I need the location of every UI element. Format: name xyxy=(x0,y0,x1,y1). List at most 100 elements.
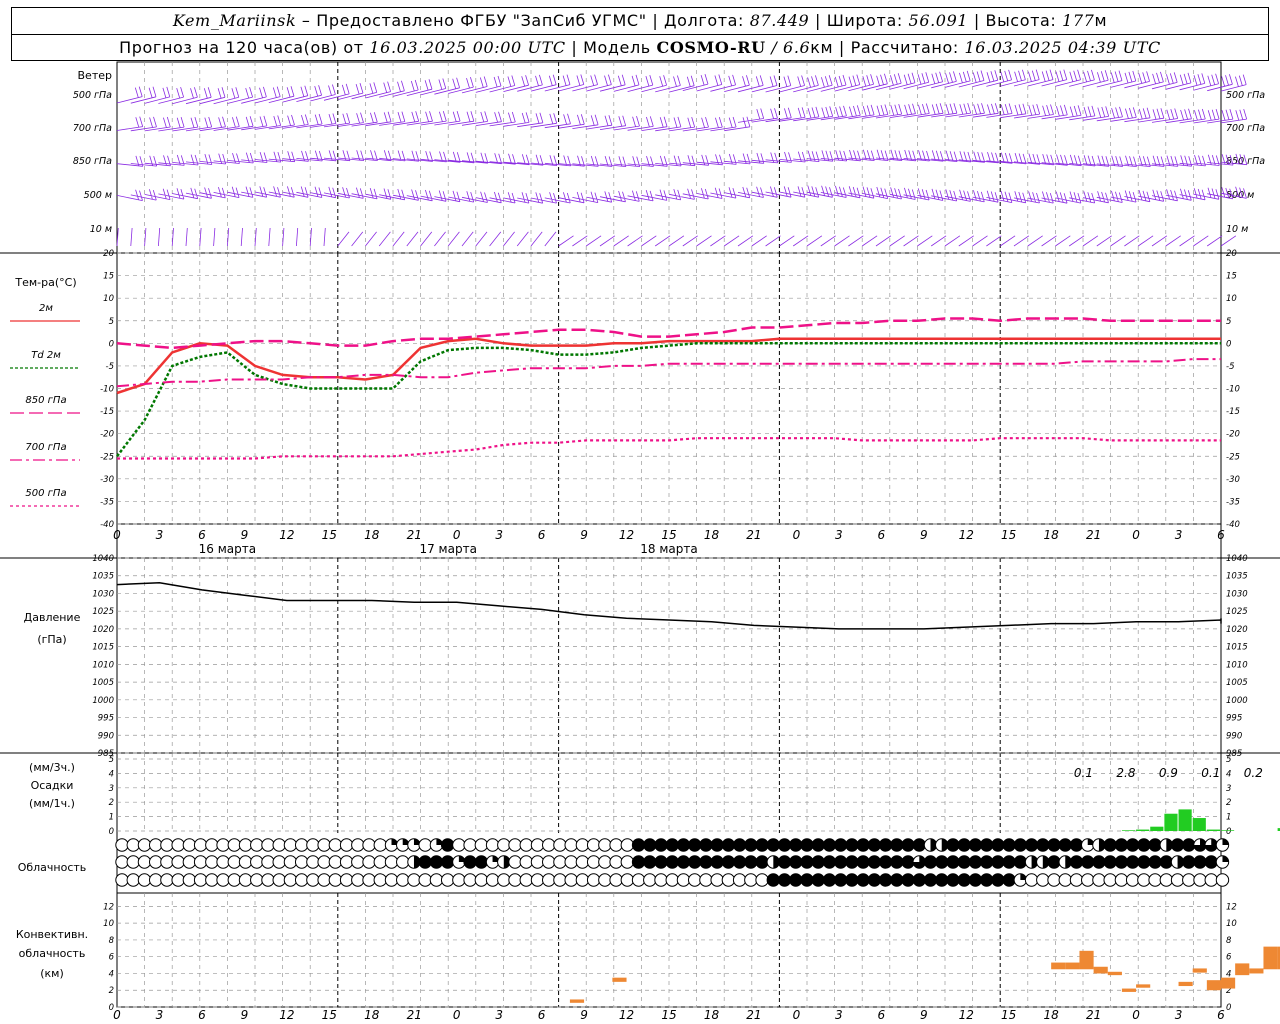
cloud-cover-symbol xyxy=(328,838,343,852)
cloud-cover-symbol xyxy=(867,873,882,887)
cloud-cover-symbol xyxy=(901,873,915,887)
cloud-circle xyxy=(171,873,185,887)
temp-legend-label: 850 гПа xyxy=(25,395,66,406)
cloud-cover-symbol xyxy=(339,838,354,852)
temp-tick-right: 10 xyxy=(1226,294,1237,304)
pres-tick-right: 990 xyxy=(1226,731,1242,741)
precip-3h-label: 0.1 xyxy=(1201,766,1220,780)
wind-barb-row xyxy=(116,185,1247,204)
cloud-cover-symbol xyxy=(463,873,477,887)
cloud-cover-symbol xyxy=(1182,855,1196,869)
cloud-cover-symbol xyxy=(1036,873,1050,887)
bottom-hour-tick-label: 15 xyxy=(661,1008,676,1022)
cloud-cover-symbol xyxy=(968,855,983,869)
cloud-cover-symbol xyxy=(1159,873,1174,887)
cloud-circle xyxy=(205,873,219,887)
cloud-cover-symbol xyxy=(429,838,444,852)
cloud-circle xyxy=(991,838,1005,852)
cloud-cover-symbol xyxy=(362,873,376,887)
cloud-cover-symbol xyxy=(306,855,320,869)
cloud-cover-symbol xyxy=(407,855,421,869)
precip-tick-right: 4 xyxy=(1226,769,1231,779)
cloud-circle xyxy=(1137,873,1151,887)
cloud-cover-symbol xyxy=(485,838,500,852)
temp-tick-left: -10 xyxy=(100,385,114,395)
cloud-circle xyxy=(1170,838,1185,852)
pres-tick-right: 1000 xyxy=(1226,696,1248,706)
cloud-circle xyxy=(586,838,601,852)
cloud-circle xyxy=(631,855,646,869)
cloud-cover-symbol xyxy=(396,873,410,887)
hour-tick-label: 15 xyxy=(322,528,337,542)
cloud-circle xyxy=(519,838,533,852)
cloud-cover-symbol xyxy=(137,873,152,887)
cloud-circle xyxy=(878,855,893,869)
cloud-circle xyxy=(485,838,500,852)
cloud-cover-symbol xyxy=(362,838,376,852)
cloud-cover-symbol xyxy=(1036,855,1050,869)
cloud-cover-symbol xyxy=(811,855,825,869)
cloud-circle xyxy=(946,855,960,869)
cloud-circle xyxy=(979,838,994,852)
temp-tick-left: 0 xyxy=(109,339,114,349)
cloud-cover-symbol xyxy=(665,838,679,852)
cloud-cover-symbol xyxy=(126,855,140,869)
cloud-circle xyxy=(171,855,185,869)
cloud-cover-symbol xyxy=(676,855,691,869)
temp-tick-left: 5 xyxy=(109,317,114,327)
cloud-circle xyxy=(575,873,590,887)
cloud-circle xyxy=(766,873,780,887)
cloud-circle xyxy=(878,838,893,852)
cloud-circle xyxy=(328,873,343,887)
cloud-cover-symbol xyxy=(833,855,848,869)
cloud-cover-symbol xyxy=(923,873,938,887)
cloud-cover-symbol xyxy=(564,855,578,869)
hour-tick-label: 3 xyxy=(156,528,164,542)
cloud-cover-symbol xyxy=(328,873,343,887)
cloud-cover-symbol xyxy=(856,873,870,887)
cloud-cover-symbol xyxy=(609,873,623,887)
cloud-circle xyxy=(867,873,882,887)
cloud-circle xyxy=(463,855,477,869)
cloud-cover-symbol xyxy=(362,855,376,869)
cloud-circle xyxy=(811,855,825,869)
cloud-cover-symbol xyxy=(238,838,253,852)
cloud-circle xyxy=(373,855,387,869)
precip-tick-right: 2 xyxy=(1226,798,1231,808)
cloud-cover-symbol xyxy=(250,838,264,852)
bottom-hour-tick-label: 3 xyxy=(156,1008,164,1022)
cloud-cover-symbol xyxy=(1103,873,1117,887)
cloud-circle xyxy=(586,855,601,869)
conv-bar xyxy=(1192,968,1207,973)
cloud-circle xyxy=(732,873,747,887)
pressure-line xyxy=(116,582,1222,630)
cloud-circle xyxy=(1204,855,1218,869)
cloud-circle xyxy=(115,855,129,869)
conv-tick-left: 6 xyxy=(109,953,115,963)
cloud-circle xyxy=(811,838,825,852)
bottom-hour-tick-label: 6 xyxy=(538,1008,546,1022)
cloud-cover-symbol xyxy=(867,855,882,869)
cloud-cover-symbol xyxy=(115,873,129,887)
cloud-circle xyxy=(205,855,219,869)
precip-bar xyxy=(1178,809,1192,831)
cloud-circle xyxy=(283,873,298,887)
cloud-cover-symbol xyxy=(1215,855,1230,869)
cloud-cover-symbol xyxy=(586,838,601,852)
day-label: 16 марта xyxy=(199,542,256,556)
cloud-cover-symbol xyxy=(1182,873,1196,887)
cloud-cover-symbol xyxy=(979,873,994,887)
cloud-circle xyxy=(586,873,601,887)
precip-bar xyxy=(1206,829,1220,831)
cloud-circle xyxy=(1159,855,1174,869)
hour-tick-label: 0 xyxy=(793,528,801,542)
conv-bar xyxy=(612,977,627,982)
cloud-cover-symbol xyxy=(261,873,275,887)
cloud-circle xyxy=(721,838,736,852)
cloud-circle xyxy=(1170,873,1185,887)
cloud-cover-symbol xyxy=(1047,855,1061,869)
cloud-cover-symbol xyxy=(542,855,556,869)
hour-tick-label: 12 xyxy=(619,528,634,542)
cloud-circle xyxy=(463,838,477,852)
cloud-cover-symbol xyxy=(530,838,545,852)
